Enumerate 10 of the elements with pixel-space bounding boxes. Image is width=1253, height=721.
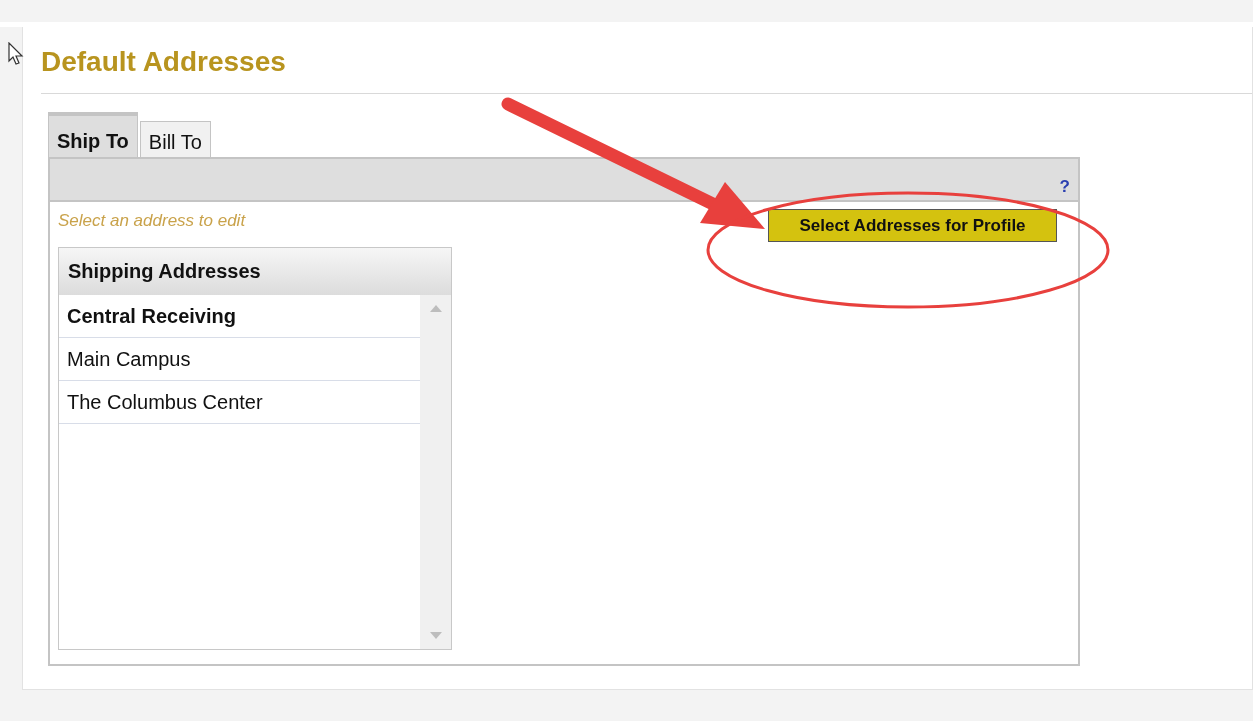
scrollbar[interactable] [420, 294, 451, 649]
help-link[interactable]: ? [1059, 178, 1070, 196]
select-addresses-button[interactable]: Select Addresses for Profile [768, 209, 1057, 242]
tab[interactable]: Bill To [139, 121, 211, 157]
page-title: Default Addresses [41, 47, 287, 77]
tab[interactable]: Ship To [48, 112, 138, 157]
hint-text: Select an address to edit [58, 210, 246, 232]
list-header: Shipping Addresses [59, 247, 451, 295]
scroll-up-icon[interactable] [429, 304, 442, 312]
scroll-down-icon[interactable] [429, 631, 442, 639]
